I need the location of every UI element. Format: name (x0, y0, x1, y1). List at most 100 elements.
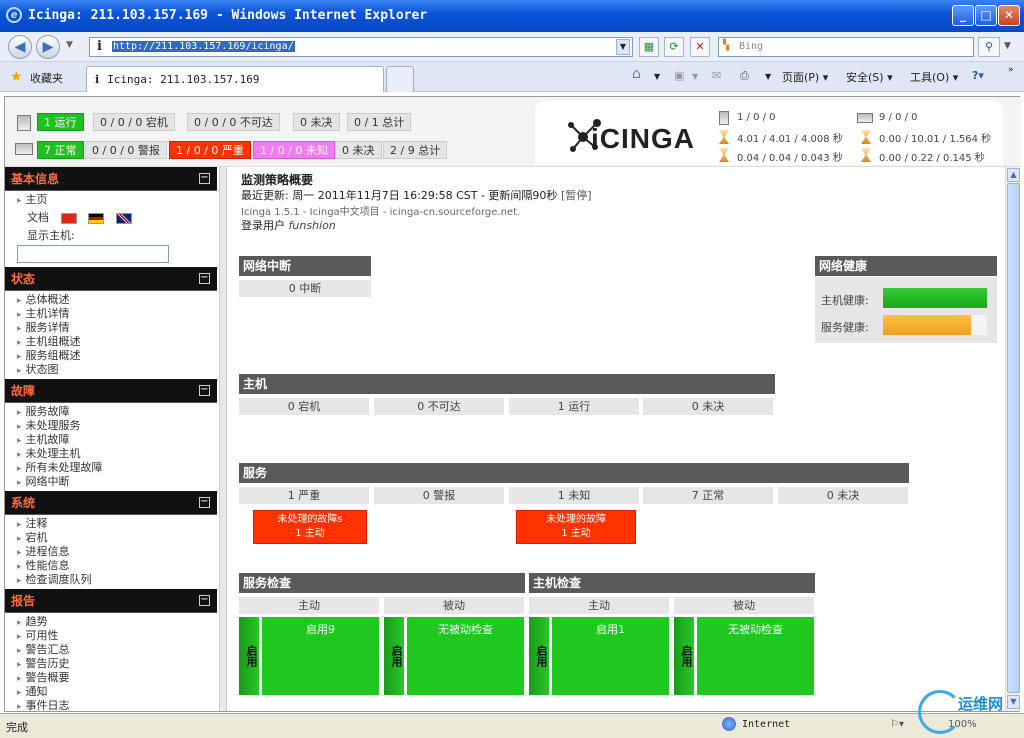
flag-de-icon[interactable] (88, 212, 104, 224)
host-up-badge[interactable]: 1 运行 (37, 113, 84, 131)
address-dropdown-icon[interactable]: ▼ (616, 39, 630, 55)
critical-unhandled-alert[interactable]: 未处理的故障s 1 主动 (253, 510, 367, 544)
collapse-icon[interactable]: − (199, 273, 210, 284)
sidebar-item-unhandled-services[interactable]: 未处理服务 (5, 419, 217, 433)
sidebar-item-scheduling-queue[interactable]: 检查调度队列 (5, 573, 217, 587)
sidebar-item-process-info[interactable]: 进程信息 (5, 545, 217, 559)
hosts-up[interactable]: 1 运行 (509, 398, 639, 415)
hosts-unreachable[interactable]: 0 不可达 (374, 398, 504, 415)
sidebar-item-trends[interactable]: 趋势 (5, 615, 217, 629)
sidebar-item-downtime[interactable]: 宕机 (5, 531, 217, 545)
host-pending-badge[interactable]: 0 未决 (293, 113, 340, 131)
collapse-icon[interactable]: − (199, 595, 210, 606)
forward-button[interactable]: ▶ (36, 35, 60, 59)
print-icon[interactable]: ⎙ (740, 69, 749, 83)
url-text[interactable]: http://211.103.157.169/icinga/ (112, 41, 295, 52)
address-bar[interactable]: i http://211.103.157.169/icinga/ ▼ (89, 37, 633, 57)
sidebar-item-status-map[interactable]: 状态图 (5, 363, 217, 377)
service-pending-badge[interactable]: 0 未决 (335, 141, 382, 159)
sidebar-item-servicegroup-overview[interactable]: 服务组概述 (5, 349, 217, 363)
sidebar-item-network-outages[interactable]: 网络中断 (5, 475, 217, 489)
scroll-thumb[interactable] (1007, 183, 1020, 693)
tab-icinga[interactable]: i Icinga: 211.103.157.169 (86, 66, 384, 92)
sidebar-item-availability[interactable]: 可用性 (5, 629, 217, 643)
compat-view-icon[interactable]: ▦ (639, 37, 659, 57)
version-line[interactable]: Icinga 1.5.1 - Icinga中文项目 - icinga-cn.so… (241, 203, 520, 218)
services-warning[interactable]: 0 警报 (374, 487, 504, 504)
vertical-scrollbar[interactable]: ▲ ▼ (1005, 167, 1020, 711)
sidebar-item-host-problems[interactable]: 主机故障 (5, 433, 217, 447)
maximize-button[interactable]: □ (975, 5, 997, 26)
sidebar-section-general[interactable]: 基本信息 − (5, 167, 217, 191)
host-total-badge[interactable]: 0 / 1 总计 (347, 113, 412, 131)
search-input[interactable]: ▚ Bing (718, 37, 974, 57)
sidebar-section-problems[interactable]: 故障 − (5, 379, 217, 403)
sidebar-item-hostgroup-overview[interactable]: 主机组概述 (5, 335, 217, 349)
sidebar-item-event-log[interactable]: 事件日志 (5, 699, 217, 711)
sidebar-item-tactical-overview[interactable]: 总体概述 (5, 293, 217, 307)
service-total-badge[interactable]: 2 / 9 总计 (383, 141, 448, 159)
page-menu[interactable]: 页面(P) ▾ (782, 69, 828, 85)
host-active-enabled[interactable]: 启用1 (552, 617, 669, 695)
host-down-badge[interactable]: 0 / 0 / 0 宕机 (93, 113, 175, 131)
host-unreachable-badge[interactable]: 0 / 0 / 0 不可达 (187, 113, 280, 131)
sidebar-section-reports[interactable]: 报告 − (5, 589, 217, 613)
sidebar-item-performance-info[interactable]: 性能信息 (5, 559, 217, 573)
sidebar-item-service-problems[interactable]: 服务故障 (5, 405, 217, 419)
collapse-icon[interactable]: − (199, 173, 210, 184)
collapse-icon[interactable]: − (199, 497, 210, 508)
sidebar-section-status[interactable]: 状态 − (5, 267, 217, 291)
stop-icon[interactable]: ✕ (690, 37, 710, 57)
close-button[interactable]: ✕ (998, 5, 1020, 26)
scroll-down-icon[interactable]: ▼ (1007, 695, 1020, 709)
sidebar-item-unhandled-hosts[interactable]: 未处理主机 (5, 447, 217, 461)
print-dropdown-icon[interactable]: ▼ (765, 72, 771, 81)
scroll-up-icon[interactable]: ▲ (1007, 168, 1020, 182)
mail-icon[interactable]: ✉ (712, 69, 721, 82)
favorites-star-icon[interactable]: ★ (10, 69, 23, 85)
home-icon[interactable]: ⌂ (632, 66, 641, 82)
service-unknown-badge[interactable]: 1 / 0 / 0 未知 (253, 141, 335, 159)
sidebar-item-alert-summary[interactable]: 警告汇总 (5, 643, 217, 657)
search-icon[interactable]: ⚲ (978, 37, 1000, 57)
services-ok[interactable]: 7 正常 (643, 487, 773, 504)
more-commands-icon[interactable]: » (1008, 65, 1014, 75)
sidebar-item-alert-histogram[interactable]: 警告概要 (5, 671, 217, 685)
safety-menu[interactable]: 安全(S) ▾ (846, 69, 893, 85)
service-warning-badge[interactable]: 0 / 0 / 0 警报 (85, 141, 167, 159)
collapse-icon[interactable]: − (199, 385, 210, 396)
sidebar-item-alert-history[interactable]: 警告历史 (5, 657, 217, 671)
refresh-icon[interactable]: ⟳ (664, 37, 684, 57)
sidebar-item-all-unhandled[interactable]: 所有未处理故障 (5, 461, 217, 475)
help-icon[interactable]: ?▾ (972, 69, 984, 82)
service-active-enabled[interactable]: 启用9 (262, 617, 379, 695)
services-pending[interactable]: 0 未决 (778, 487, 908, 504)
host-passive-status[interactable]: 无被动检查 (697, 617, 814, 695)
home-dropdown-icon[interactable]: ▼ (654, 72, 660, 81)
feeds-icon[interactable]: ▣ (674, 69, 684, 82)
sidebar-item-notifications[interactable]: 通知 (5, 685, 217, 699)
sidebar-item-home[interactable]: 主页 (5, 193, 217, 207)
flag-uk-icon[interactable] (115, 212, 132, 224)
feeds-dropdown-icon[interactable]: ▼ (692, 72, 698, 81)
service-ok-badge[interactable]: 7 正常 (37, 141, 84, 159)
sidebar-item-service-detail[interactable]: 服务详情 (5, 321, 217, 335)
minimize-button[interactable]: _ (952, 5, 974, 26)
sidebar-item-comments[interactable]: 注释 (5, 517, 217, 531)
flag-cn-icon[interactable] (60, 212, 77, 224)
unknown-unhandled-alert[interactable]: 未处理的故障 1 主动 (516, 510, 636, 544)
frame-splitter[interactable] (219, 167, 227, 711)
new-tab-button[interactable] (386, 66, 414, 92)
hosts-pending[interactable]: 0 未决 (643, 398, 773, 415)
services-unknown[interactable]: 1 未知 (509, 487, 639, 504)
pause-link[interactable]: [暂停] (561, 189, 592, 202)
sidebar-item-host-detail[interactable]: 主机详情 (5, 307, 217, 321)
protected-mode-icon[interactable]: ⚐▾ (890, 719, 904, 730)
favorites-button[interactable]: 收藏夹 (30, 70, 63, 86)
history-dropdown-icon[interactable]: ▼ (66, 40, 73, 50)
service-critical-badge[interactable]: 1 / 0 / 0 严重 (169, 141, 251, 159)
tools-menu[interactable]: 工具(O) ▾ (910, 69, 958, 85)
services-critical[interactable]: 1 严重 (239, 487, 369, 504)
show-host-input[interactable] (17, 245, 169, 263)
outage-count[interactable]: 0 中断 (239, 280, 371, 297)
